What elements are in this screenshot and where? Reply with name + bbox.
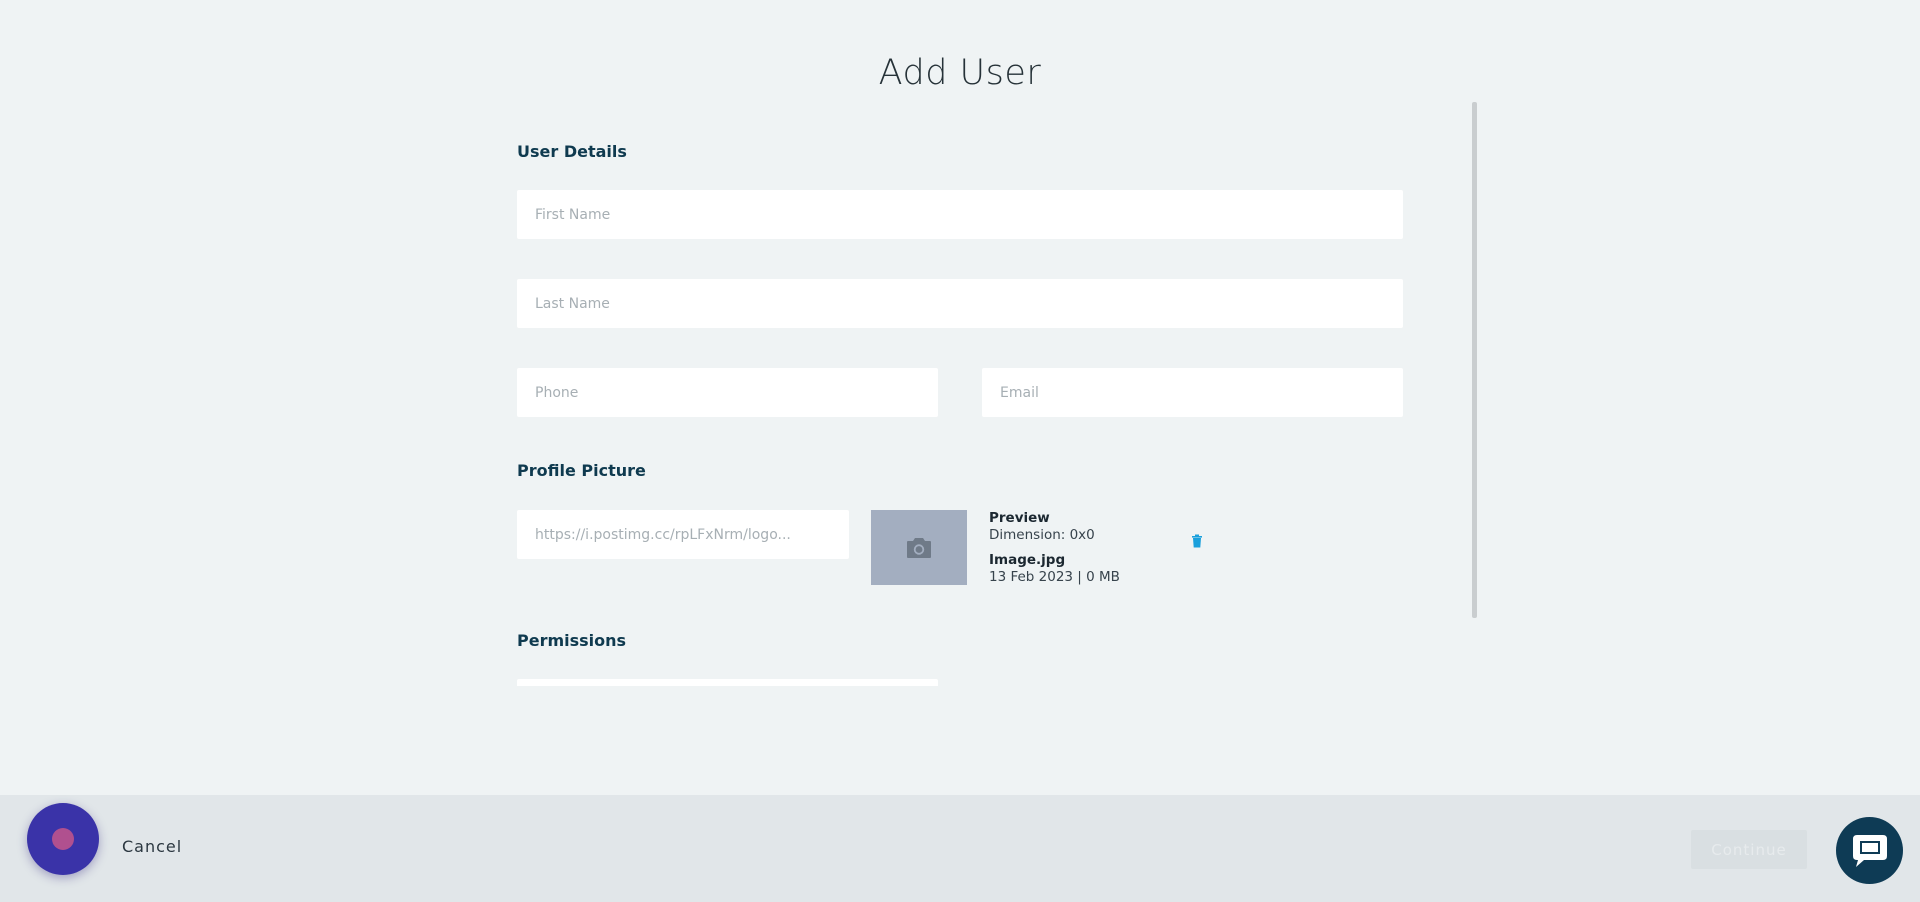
image-preview-info: Preview Dimension: 0x0 Image.jpg 13 Feb … [989,510,1120,586]
trash-icon[interactable] [1191,534,1203,548]
preview-title: Preview [989,510,1050,526]
page-title: Add User [878,53,1042,93]
chat-icon [1852,834,1887,867]
email-input[interactable] [982,368,1403,417]
first-name-input[interactable] [517,190,1403,239]
preview-dimension: Dimension: 0x0 [989,527,1095,543]
camera-icon [907,537,931,558]
profile-picture-heading: Profile Picture [517,461,646,480]
last-name-input[interactable] [517,279,1403,328]
preview-file-meta: 13 Feb 2023 | 0 MB [989,569,1120,585]
footer-bar: Cancel Continue [0,795,1920,902]
image-preview-thumbnail[interactable] [871,510,967,585]
chat-widget-button[interactable] [1836,817,1903,884]
phone-input[interactable] [517,368,938,417]
continue-button[interactable]: Continue [1691,830,1807,869]
permissions-heading: Permissions [517,631,627,650]
add-user-page: Add User User Details Profile Picture Pr… [0,0,1920,902]
form-scroll-area: User Details Profile Picture Preview Dim… [517,102,1477,686]
assistant-bubble-icon[interactable] [27,803,99,875]
scrollbar[interactable] [1472,102,1477,618]
user-details-heading: User Details [517,142,627,161]
assistant-dot [52,828,74,850]
permissions-select[interactable] [517,679,938,686]
image-url-input[interactable] [517,510,849,559]
preview-file-name: Image.jpg [989,552,1066,568]
cancel-button[interactable]: Cancel [122,837,182,856]
